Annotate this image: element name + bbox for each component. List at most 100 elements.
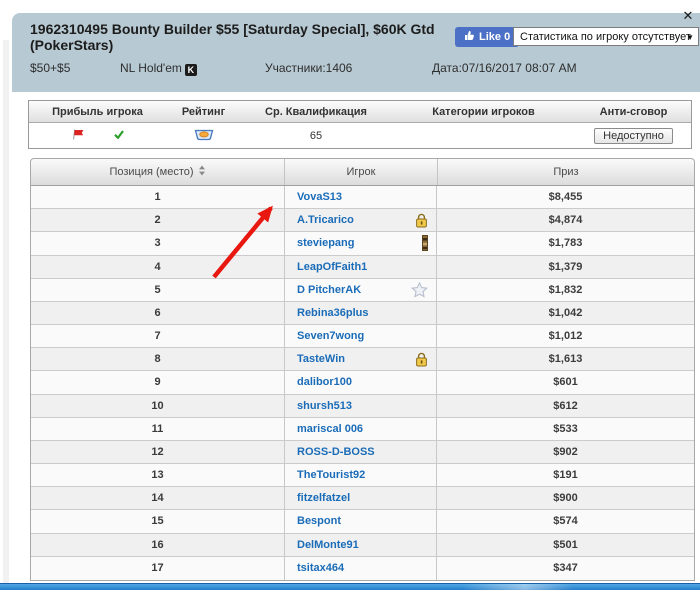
player-link[interactable]: shursh513 [297,400,352,412]
position-cell: 15 [151,515,164,528]
position-cell: 17 [151,562,164,575]
card-k-badge-icon: K [184,64,197,76]
unavailable-button[interactable]: Недоступно [594,127,673,144]
table-row: 14 fitzelfatzel $900 [31,487,694,511]
table-row: 16 DelMonte91 $501 [31,533,694,557]
red-flag-icon [71,128,85,144]
player-link[interactable]: dalibor100 [297,376,352,388]
anticollusion-cell: Недоступно [576,123,691,148]
player-link[interactable]: fitzelfatzel [297,492,350,504]
player-cell: steviepang [284,232,437,255]
prize-cell: $1,042 [548,306,583,319]
prize-cell: $601 [553,376,578,389]
column-header-player[interactable]: Игрок [284,159,437,185]
lock-icon [415,352,428,367]
like-thumb-icon [464,30,475,44]
table-row: 5 D PitcherAK $1,832 [31,278,694,302]
table-row: 12 ROSS-D-BOSS $902 [31,440,694,465]
player-stats-dropdown[interactable]: Статистика по игроку отсутствует ▼ [513,27,699,46]
prize-cell: $191 [553,469,578,482]
position-cell: 1 [154,191,161,204]
prize-cell: $1,613 [548,353,583,366]
prize-cell: $533 [553,422,578,435]
position-cell: 14 [151,492,164,505]
table-row: 6 Rebina36plus $1,042 [31,301,694,326]
player-cell: ROSS-D-BOSS [284,440,437,464]
prize-cell: $8,455 [548,191,583,204]
player-link[interactable]: Bespont [297,515,341,527]
caret-down-icon: ▼ [686,33,694,42]
green-check-icon [113,129,124,142]
qualification-cell: 65 [309,129,323,142]
player-cell: Rebina36plus [284,301,437,325]
player-link[interactable]: LeapOfFaith1 [297,261,367,273]
facebook-like-button[interactable]: Like 0 [455,27,520,47]
table-row: 15 Bespont $574 [31,510,694,534]
like-label: Like 0 [479,31,511,43]
game-type: NL Hold'em K [120,61,197,76]
player-cell: dalibor100 [284,371,437,394]
table-row: 1 VovaS13 $8,455 [31,186,694,210]
player-link[interactable]: steviepang [297,237,354,249]
summary-header-profit: Прибыль игрока [52,105,143,118]
prize-cell: $900 [553,492,578,505]
prize-cell: $347 [553,562,578,575]
prize-cell: $4,874 [548,214,583,227]
star-icon [411,281,428,298]
player-stats-dropdown-value: Статистика по игроку отсутствует [520,30,691,43]
player-cell: Seven7wong [284,325,437,348]
table-row: 7 Seven7wong $1,012 [31,325,694,349]
player-cell: TasteWin [284,348,437,371]
results-body: 1 VovaS13 $8,455 2 A.Tricarico $4,874 3 … [31,186,694,580]
tournament-title: 1962310495 Bounty Builder $55 [Saturday … [30,21,435,53]
position-cell: 5 [154,283,161,296]
summary-value-row: 65 Недоступно [29,123,691,148]
player-link[interactable]: ROSS-D-BOSS [297,446,375,458]
column-header-position[interactable]: Позиция (место) [31,159,284,185]
table-row: 9 dalibor100 $601 [31,371,694,395]
player-link[interactable]: TheTourist92 [297,469,365,481]
table-row: 11 mariscal 006 $533 [31,417,694,441]
player-link[interactable]: TasteWin [297,353,345,365]
player-link[interactable]: tsitax464 [297,562,344,574]
profit-cell [29,123,166,148]
position-cell: 7 [154,330,161,343]
table-row: 4 LeapOfFaith1 $1,379 [31,255,694,279]
position-cell: 13 [151,469,164,482]
prize-cell: $1,832 [548,283,583,296]
rating-bowl-icon [194,128,214,144]
player-cell: LeapOfFaith1 [284,255,437,278]
position-cell: 4 [154,260,161,273]
position-cell: 3 [154,237,161,250]
player-link[interactable]: mariscal 006 [297,423,363,435]
prize-cell: $612 [553,399,578,412]
player-link[interactable]: VovaS13 [297,191,342,203]
position-cell: 8 [154,353,161,366]
results-header-row: Позиция (место) Игрок Приз [31,159,694,186]
player-cell: D PitcherAK [284,278,437,301]
player-link[interactable]: DelMonte91 [297,539,359,551]
page-edge-strip [3,40,9,583]
player-cell: VovaS13 [284,186,437,209]
table-row: 10 shursh513 $612 [31,394,694,418]
tournament-popup: 1962310495 Bounty Builder $55 [Saturday … [0,0,700,590]
player-link[interactable]: A.Tricarico [297,214,354,226]
categories-cell [391,123,576,148]
window-bottom-bar [0,583,700,590]
table-row: 8 TasteWin $1,613 [31,348,694,372]
close-icon[interactable]: ✕ [678,8,698,24]
player-summary-table: Прибыль игрока Рейтинг Ср. Квалификация … [28,100,692,149]
prize-cell: $1,379 [548,260,583,273]
position-cell: 11 [151,422,164,435]
date-value: Дата:07/16/2017 08:07 AM [432,61,577,75]
summary-header-rating: Рейтинг [181,105,226,118]
player-cell: mariscal 006 [284,417,437,440]
player-link[interactable]: Seven7wong [297,330,364,342]
buyin-value: $50+$5 [30,61,71,75]
rating-cell [166,123,241,148]
stick-icon [422,235,428,252]
player-link[interactable]: D PitcherAK [297,284,361,296]
player-cell: DelMonte91 [284,533,437,556]
column-header-prize[interactable]: Приз [437,159,694,185]
player-link[interactable]: Rebina36plus [297,307,369,319]
